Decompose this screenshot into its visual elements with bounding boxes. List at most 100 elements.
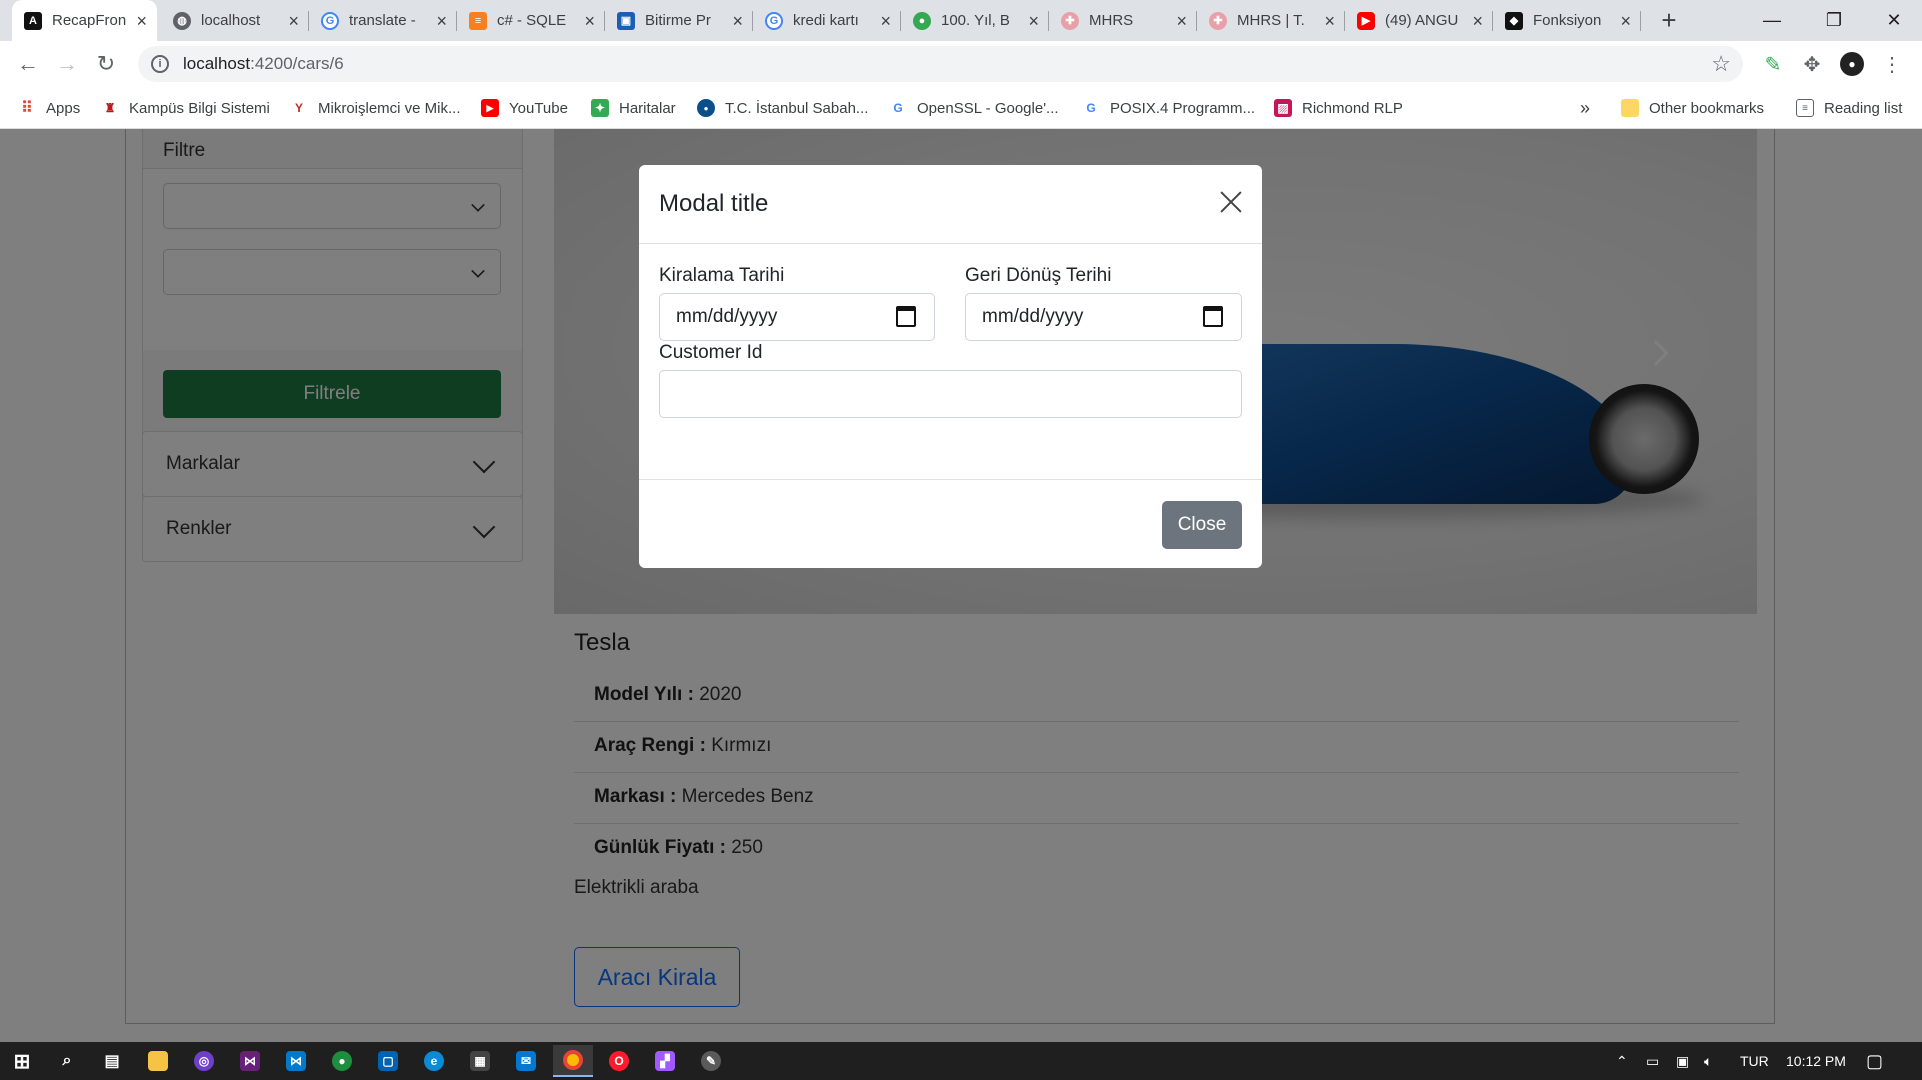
tab-stackoverflow[interactable]: ≡ c# - SQLE × [457,0,605,41]
sql-app-icon[interactable]: ▢ [368,1045,408,1077]
customer-id-label: Customer Id [659,342,763,363]
google-icon: G [765,11,783,30]
window-close-button[interactable]: ✕ [1866,0,1922,41]
close-tab-icon[interactable]: × [584,12,595,30]
youtube-icon: ▶ [1357,11,1375,30]
task-view-icon[interactable]: ▤ [92,1045,132,1077]
maps-app-icon[interactable]: ● [322,1045,362,1077]
new-tab-button[interactable]: + [1654,5,1684,36]
close-icon[interactable] [1218,189,1244,215]
calendar-icon[interactable] [1203,306,1223,327]
campus-icon: ♜ [104,101,116,115]
globe-icon: ◍ [173,11,191,30]
close-tab-icon[interactable]: × [1176,12,1187,30]
browser-toolbar: ← → ↻ i localhost:4200/cars/6 ☆ ✎ ✥ ● ⋮ [0,41,1922,87]
close-tab-icon[interactable]: × [1472,12,1483,30]
reading-list-button[interactable]: ≡ Reading list [1796,87,1902,129]
paint-icon[interactable]: ✎ [691,1045,731,1077]
close-tab-icon[interactable]: × [288,12,299,30]
bookmark-apps[interactable]: ⠿ Apps [18,87,80,129]
back-button[interactable]: ← [14,50,42,78]
tab-mhrs-2[interactable]: ✚ MHRS | T. × [1197,0,1345,41]
reload-button[interactable]: ↻ [92,50,120,78]
forward-button[interactable]: → [53,50,81,78]
tab-translate[interactable]: G translate - × [309,0,457,41]
close-tab-icon[interactable]: × [1324,12,1335,30]
site-info-icon[interactable]: i [151,55,169,73]
extension-color-icon[interactable]: ✎ [1761,52,1785,76]
bookmark-richmond[interactable]: ▨ Richmond RLP [1274,87,1403,129]
close-tab-icon[interactable]: × [1028,12,1039,30]
rental-modal: Modal title Kiralama Tarihi mm/dd/yyyy G… [639,165,1262,568]
minimize-button[interactable]: — [1744,0,1800,41]
tab-kredi[interactable]: G kredi kartı × [753,0,901,41]
bookmarks-overflow-button[interactable]: » [1580,87,1590,129]
volume-icon[interactable]: 🔈︎ [1704,1042,1712,1080]
bookmark-other[interactable]: Other bookmarks [1621,87,1764,129]
bookmark-kampus[interactable]: ♜ Kampüs Bilgi Sistemi [101,87,270,129]
document-icon: ▣ [617,11,635,30]
angular-icon: A [24,11,42,30]
close-tab-icon[interactable]: × [732,12,743,30]
tab-bitirme[interactable]: ▣ Bitirme Pr × [605,0,753,41]
figma-icon[interactable]: ▞ [645,1045,685,1077]
language-indicator[interactable]: TUR [1740,1042,1769,1080]
tab-mhrs[interactable]: ✚ MHRS × [1049,0,1197,41]
tab-youtube[interactable]: ▶ (49) ANGU × [1345,0,1493,41]
bookmark-youtube[interactable]: ▶ YouTube [481,87,568,129]
university-icon: ● [697,99,715,117]
show-hidden-icons[interactable]: ⌃ [1616,1042,1628,1080]
bookmark-sabahattin[interactable]: ● T.C. İstanbul Sabah... [697,87,868,129]
store-icon[interactable]: ▦ [460,1045,500,1077]
restore-button[interactable]: ❐ [1806,0,1862,41]
bookmark-openssl[interactable]: G OpenSSL - Google'... [889,87,1058,129]
file-explorer-icon[interactable] [138,1045,178,1077]
visual-studio-icon[interactable]: ⋈ [230,1045,270,1077]
tab-fonksiyon[interactable]: ◆ Fonksiyon × [1493,0,1641,41]
clock[interactable]: 10:12 PM [1786,1042,1846,1080]
tab-title: (49) ANGU [1385,12,1459,29]
rental-date-input[interactable]: mm/dd/yyyy [659,293,935,341]
github-icon[interactable]: ◎ [184,1045,224,1077]
close-tab-icon[interactable]: × [880,12,891,30]
address-bar[interactable]: i localhost:4200/cars/6 ☆ [138,46,1743,82]
bookmark-haritalar[interactable]: ✦ Haritalar [591,87,676,129]
customer-id-input[interactable] [659,370,1242,418]
apps-grid-icon: ⠿ [21,100,33,117]
battery-icon[interactable]: ▭ [1646,1042,1659,1080]
modal-header: Modal title [639,165,1262,244]
profile-avatar[interactable]: ● [1840,52,1864,76]
close-tab-icon[interactable]: × [436,12,447,30]
bookmark-mikroislemci[interactable]: Y Mikroişlemci ve Mik... [290,87,461,129]
chrome-icon[interactable] [553,1045,593,1077]
edge-icon[interactable]: e [414,1045,454,1077]
google-icon: G [321,11,339,30]
tab-title: Fonksiyon [1533,12,1602,29]
close-tab-icon[interactable]: × [136,12,147,30]
search-icon[interactable]: ⌕ [47,1045,87,1077]
calendar-icon[interactable] [896,306,916,327]
close-tab-icon[interactable]: × [1620,12,1631,30]
vscode-icon[interactable]: ⋈ [276,1045,316,1077]
network-icon[interactable]: ▣ [1676,1042,1689,1080]
folder-icon [1621,99,1639,117]
tab-maps[interactable]: ● 100. Yıl, B × [901,0,1049,41]
site-icon: ◆ [1505,11,1523,30]
close-button[interactable]: Close [1162,501,1242,549]
bookmark-star-icon[interactable]: ☆ [1711,51,1731,77]
bookmark-posix[interactable]: G POSIX.4 Programm... [1082,87,1255,129]
tab-title: Bitirme Pr [645,12,711,29]
extensions-puzzle-icon[interactable]: ✥ [1800,52,1824,76]
tab-recapfront[interactable]: A RecapFron × [12,0,157,41]
menu-kebab-icon[interactable]: ⋮ [1880,52,1904,76]
opera-icon[interactable]: O [599,1045,639,1077]
return-date-input[interactable]: mm/dd/yyyy [965,293,1242,341]
tab-title: c# - SQLE [497,12,567,29]
mail-icon[interactable]: ✉ [506,1045,546,1077]
notifications-icon[interactable]: ▢ [1866,1042,1883,1080]
start-button[interactable]: ⊞ [2,1045,42,1077]
maps-pin-icon: ● [913,11,931,30]
y-icon: Y [294,101,303,115]
tab-localhost[interactable]: ◍ localhost × [161,0,309,41]
google-icon: G [893,101,903,115]
